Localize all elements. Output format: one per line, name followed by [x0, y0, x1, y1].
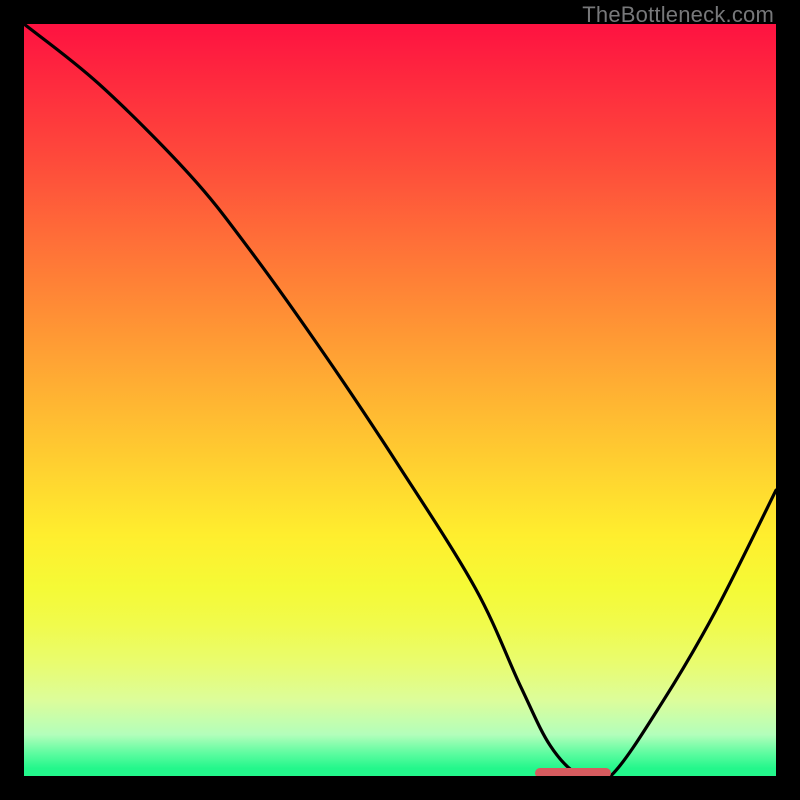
plot-area — [24, 24, 776, 776]
bottleneck-gradient-background — [24, 24, 776, 776]
chart-frame — [24, 24, 776, 776]
optimal-range-marker — [535, 768, 610, 776]
